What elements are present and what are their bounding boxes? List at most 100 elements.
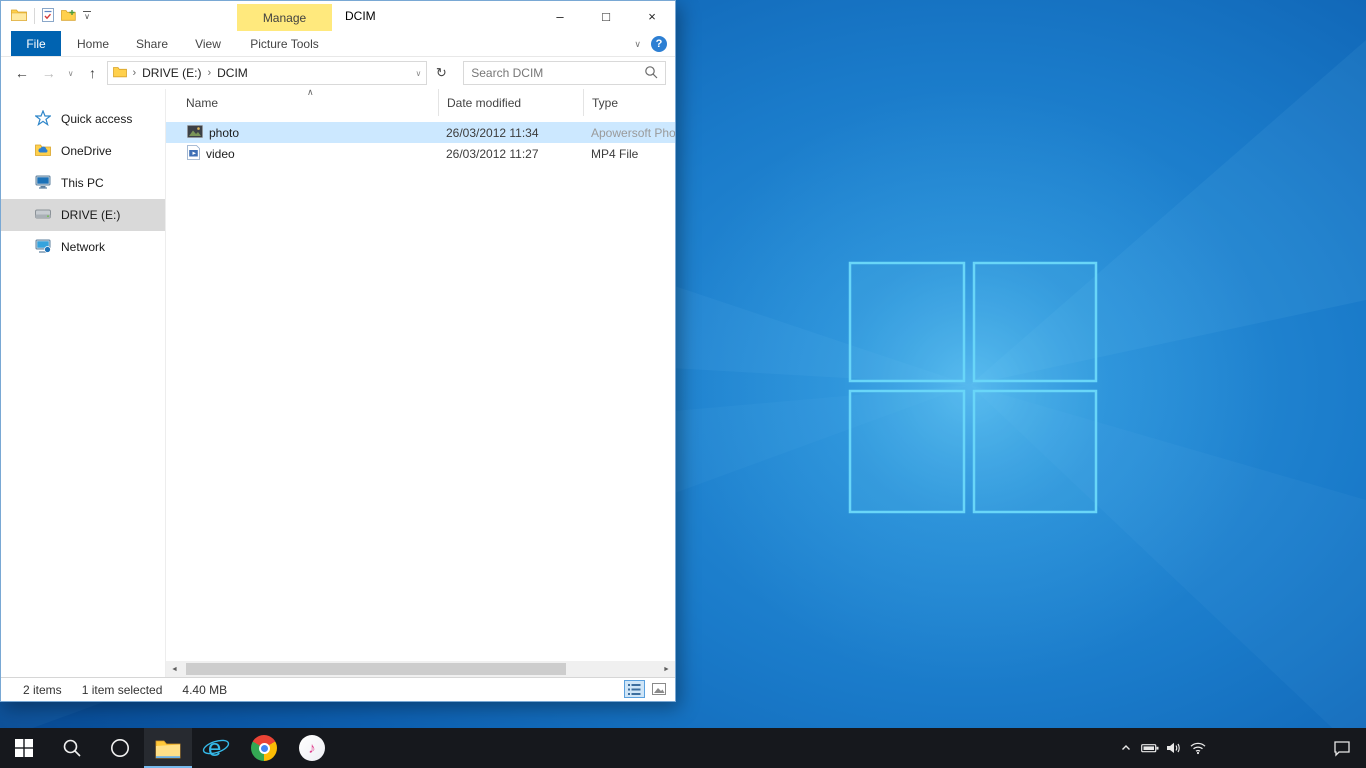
selection-count: 1 item selected	[82, 683, 163, 697]
chrome-icon	[251, 735, 277, 761]
minimize-button[interactable]: –	[537, 1, 583, 31]
onedrive-icon	[35, 143, 51, 159]
sidebar-item-drive-e[interactable]: DRIVE (E:)	[1, 199, 165, 231]
tray-expand-button[interactable]	[1114, 728, 1138, 768]
sidebar-item-network[interactable]: Network	[1, 231, 165, 263]
sidebar-item-label: This PC	[61, 176, 104, 190]
ribbon-right-controls: ∨ ?	[634, 31, 667, 57]
speaker-icon	[1166, 741, 1182, 755]
itunes-icon: ♪	[299, 735, 325, 761]
close-button[interactable]: ×	[629, 1, 675, 31]
tab-home[interactable]: Home	[61, 31, 125, 56]
maximize-button[interactable]: □	[583, 1, 629, 31]
column-header-type[interactable]: Type	[583, 89, 675, 116]
window-body: Quick access OneDrive This PC	[1, 89, 675, 677]
selection-size: 4.40 MB	[182, 683, 227, 697]
refresh-button[interactable]: ↻	[430, 61, 452, 85]
taskbar-search-button[interactable]	[48, 728, 96, 768]
volume-tray-button[interactable]	[1162, 728, 1186, 768]
windows-logo-icon	[15, 739, 33, 757]
taskbar-itunes-button[interactable]: ♪	[288, 728, 336, 768]
address-row: ← → ∨ ↑ › DRIVE (E:) › DCIM ∨ ↻	[1, 57, 675, 89]
desktop: ∨ Manage DCIM – □ × File Home Share View…	[0, 0, 1366, 768]
file-row-video[interactable]: video 26/03/2012 11:27 MP4 File	[166, 143, 675, 164]
file-type: Apowersoft Pho	[583, 122, 675, 143]
titlebar: ∨ Manage DCIM – □ ×	[1, 1, 675, 31]
contextual-tab-group-manage[interactable]: Manage	[237, 4, 332, 31]
file-list: ∧ Name Date modified Type photo 26/03/20…	[166, 89, 675, 677]
address-dropdown-chevron-icon[interactable]: ∨	[416, 69, 422, 78]
horizontal-scrollbar[interactable]: ◄ ►	[166, 661, 675, 677]
network-tray-button[interactable]	[1186, 728, 1210, 768]
tab-view[interactable]: View	[179, 31, 237, 56]
sidebar-item-onedrive[interactable]: OneDrive	[1, 135, 165, 167]
breadcrumb-separator: ›	[132, 67, 136, 79]
search-box	[463, 61, 666, 85]
column-header-date-modified[interactable]: Date modified	[438, 89, 583, 116]
column-headers: ∧ Name Date modified Type	[166, 89, 675, 116]
sidebar-item-label: Quick access	[61, 112, 132, 126]
sidebar-item-label: Network	[61, 240, 105, 254]
breadcrumb-drive[interactable]: DRIVE (E:)	[141, 66, 202, 80]
breadcrumb-folder[interactable]: DCIM	[216, 66, 249, 80]
recent-locations-chevron-icon[interactable]: ∨	[64, 61, 78, 85]
sidebar-item-label: DRIVE (E:)	[61, 208, 120, 222]
file-name: photo	[209, 126, 239, 140]
properties-icon[interactable]	[42, 8, 54, 25]
file-rows: photo 26/03/2012 11:34 Apowersoft Pho vi…	[166, 116, 675, 164]
tab-share[interactable]: Share	[125, 31, 179, 56]
window-controls: – □ ×	[537, 1, 675, 31]
items-count: 2 items	[23, 683, 62, 697]
app-folder-icon	[11, 8, 27, 24]
details-view-button[interactable]	[624, 680, 645, 698]
battery-icon	[1141, 742, 1159, 754]
taskbar-file-explorer-button[interactable]	[144, 728, 192, 768]
search-input[interactable]	[471, 66, 644, 80]
taskbar-chrome-button[interactable]	[240, 728, 288, 768]
file-name: video	[206, 147, 235, 161]
wifi-icon	[1190, 742, 1206, 755]
svg-text:e: e	[208, 735, 221, 762]
tab-file[interactable]: File	[11, 31, 61, 56]
column-header-name[interactable]: Name	[166, 89, 438, 116]
file-row-photo[interactable]: photo 26/03/2012 11:34 Apowersoft Pho	[166, 122, 675, 143]
sort-ascending-icon: ∧	[307, 89, 314, 98]
customize-qat-chevron-icon[interactable]: ∨	[83, 11, 91, 21]
taskbar-internet-explorer-button[interactable]: e	[192, 728, 240, 768]
up-button[interactable]: ↑	[81, 61, 105, 85]
ribbon-collapse-chevron-icon[interactable]: ∨	[634, 39, 641, 50]
forward-button[interactable]: →	[37, 61, 61, 85]
action-center-button[interactable]	[1318, 728, 1366, 768]
scroll-left-arrow-icon[interactable]: ◄	[166, 661, 183, 677]
search-icon[interactable]	[644, 65, 658, 82]
view-toggle-buttons	[624, 680, 669, 698]
breadcrumb-separator: ›	[207, 67, 211, 79]
tab-picture-tools[interactable]: Picture Tools	[237, 31, 332, 56]
qat-separator	[34, 8, 35, 24]
address-bar[interactable]: › DRIVE (E:) › DCIM ∨	[107, 61, 427, 85]
drive-icon	[35, 208, 51, 222]
network-icon	[35, 239, 51, 256]
sidebar-item-quick-access[interactable]: Quick access	[1, 103, 165, 135]
start-button[interactable]	[0, 728, 48, 768]
help-icon[interactable]: ?	[651, 36, 667, 52]
file-explorer-window: ∨ Manage DCIM – □ × File Home Share View…	[0, 0, 676, 702]
this-pc-icon	[35, 175, 51, 192]
large-icons-view-button[interactable]	[648, 680, 669, 698]
action-center-icon	[1333, 740, 1351, 757]
new-folder-icon[interactable]	[61, 8, 76, 24]
system-tray	[1114, 728, 1210, 768]
scrollbar-thumb[interactable]	[186, 663, 566, 675]
cortana-circle-icon	[109, 737, 131, 759]
battery-tray-button[interactable]	[1138, 728, 1162, 768]
ribbon-tabs: File Home Share View Picture Tools ∨ ?	[1, 31, 675, 57]
quick-access-star-icon	[35, 110, 51, 129]
cortana-button[interactable]	[96, 728, 144, 768]
file-explorer-icon	[155, 738, 181, 759]
back-button[interactable]: ←	[10, 61, 34, 85]
sidebar-item-this-pc[interactable]: This PC	[1, 167, 165, 199]
file-type: MP4 File	[583, 143, 675, 164]
window-title: DCIM	[345, 1, 376, 31]
scroll-right-arrow-icon[interactable]: ►	[658, 661, 675, 677]
video-file-icon	[187, 145, 200, 163]
